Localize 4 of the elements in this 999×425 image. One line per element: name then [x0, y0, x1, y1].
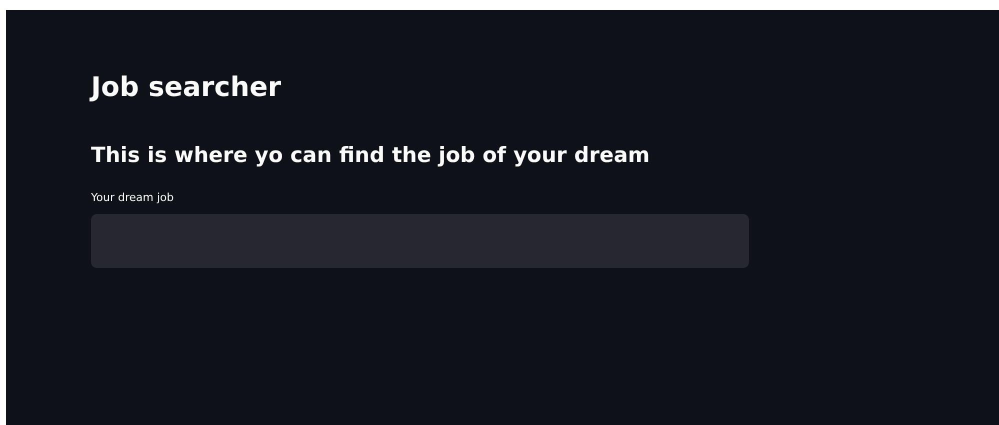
page-subtitle: This is where yo can find the job of your dream	[91, 142, 650, 169]
page-title: Job searcher	[91, 71, 282, 105]
input-field[interactable]	[91, 214, 749, 268]
field-label: Your dream job	[91, 190, 174, 206]
